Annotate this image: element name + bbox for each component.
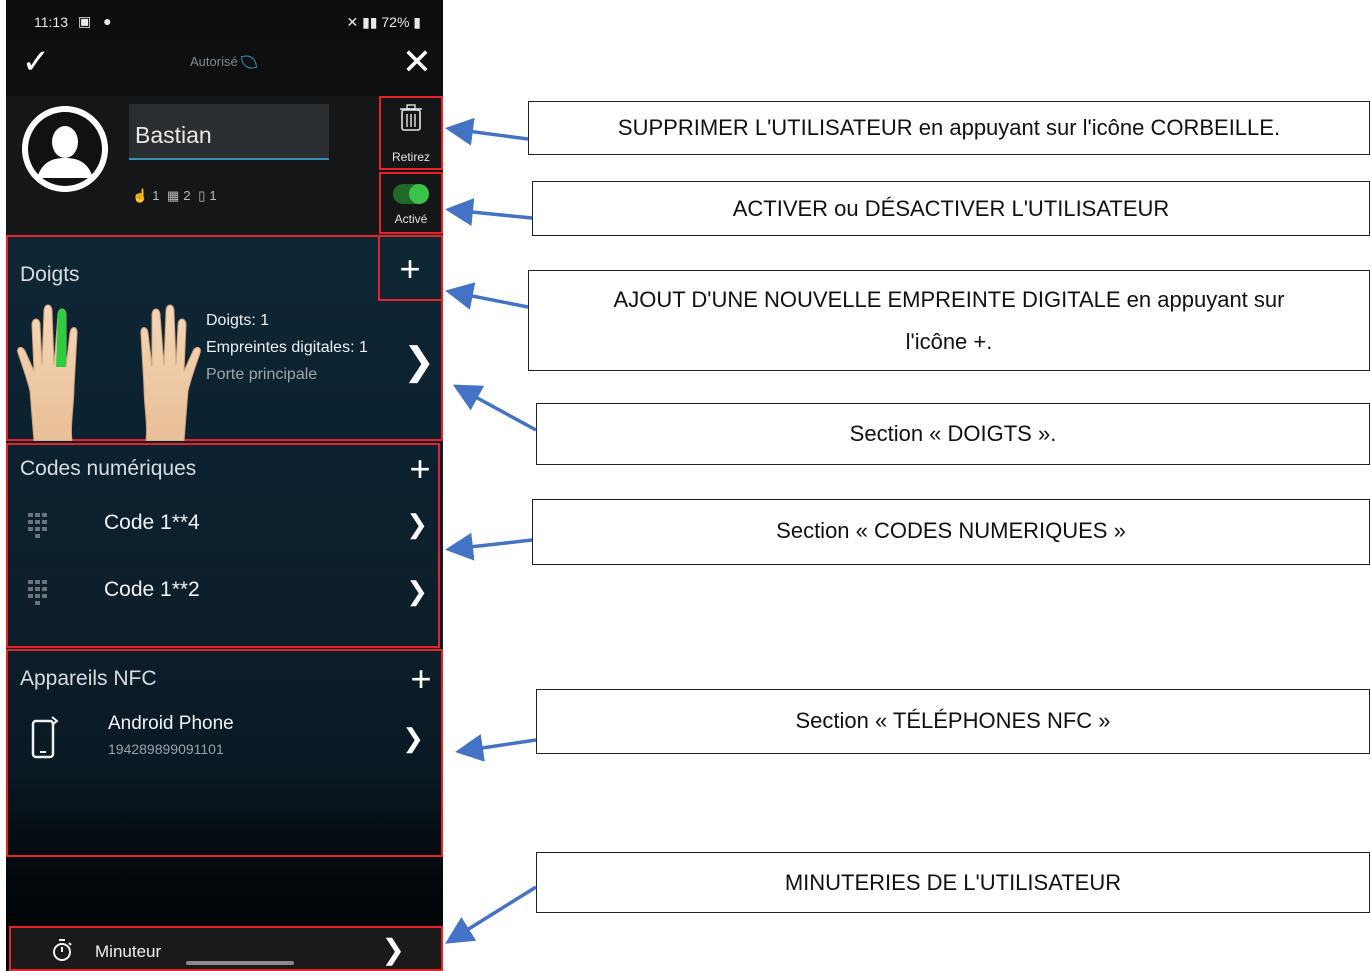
user-silhouette-icon [22, 106, 108, 192]
callout-toggle-text: ACTIVER ou DÉSACTIVER L'UTILISATEUR [732, 196, 1170, 221]
keypad-icon [28, 580, 47, 605]
codes-section: Codes numériques + Code 1**4 ❯ Code 1**2… [6, 443, 440, 648]
callout-section-doigts-text: Section « DOIGTS ». [849, 421, 1057, 446]
phone-count: 1 [209, 188, 217, 203]
callout-add-fingerprint-line2: l'icône +. [905, 329, 993, 354]
nfc-section: Appareils NFC + Android Phone 1942898990… [6, 649, 443, 857]
home-indicator [186, 961, 294, 965]
code-label: Code 1**2 [104, 578, 200, 601]
battery-icon: ▮ [409, 14, 421, 30]
active-toggle[interactable] [393, 184, 429, 204]
add-code-plus-icon[interactable]: + [402, 451, 438, 487]
code-label: Code 1**4 [104, 511, 200, 534]
nfc-device-id: 194289899091101 [108, 741, 224, 757]
fingers-section-title: Doigts [20, 263, 80, 286]
authorized-status: Autorisé [190, 53, 257, 71]
top-bar: ✓ Autorisé ✕ [6, 40, 443, 96]
smartphone-icon [31, 716, 59, 759]
callout-section-nfc-text: Section « TÉLÉPHONES NFC » [795, 708, 1111, 733]
chevron-right-icon: ❯ [406, 509, 428, 539]
remove-label: Retirez [391, 150, 430, 164]
callout-delete-user: SUPPRIMER L'UTILISATEUR en appuyant sur … [528, 101, 1370, 155]
timer-label: Minuteur [95, 942, 162, 961]
fingers-count-line: Doigts: 1 [206, 312, 270, 329]
nfc-device-row[interactable]: Android Phone 194289899091101 ❯ [8, 709, 438, 769]
keypad-icon: ▦ [167, 188, 180, 203]
code-row[interactable]: Code 1**4 ❯ [8, 495, 438, 555]
callout-add-fingerprint-line1: AJOUT D'UNE NOUVELLE EMPREINTE DIGITALE … [613, 287, 1285, 312]
chevron-right-icon: ❯ [406, 576, 428, 606]
code-count: 2 [183, 188, 191, 203]
active-label: Activé [394, 212, 428, 226]
callout-timers-text: MINUTERIES DE L'UTILISATEUR [784, 870, 1122, 895]
door-name: Porte principale [206, 366, 318, 383]
callout-section-codes-text: Section « CODES NUMERIQUES » [776, 518, 1126, 543]
annotated-screenshot: 11:13 ▣ ● ✕ ▮▮ 72% ▮ ✓ Autorisé ✕ Bastia… [0, 0, 1370, 971]
battery-percent: 72% [381, 14, 410, 30]
finger-icon: ☝ [132, 188, 149, 203]
callout-section-codes: Section « CODES NUMERIQUES » [532, 499, 1370, 565]
arrow-nfc [455, 734, 537, 762]
callout-section-doigts: Section « DOIGTS ». [536, 403, 1370, 465]
fingers-info: Doigts: 1 Empreintes digitales: 1 Porte … [206, 307, 368, 388]
trash-icon [400, 104, 422, 131]
arrow-timers [445, 885, 537, 944]
add-fingerprint-button[interactable]: + [378, 235, 443, 301]
callout-toggle-user: ACTIVER ou DÉSACTIVER L'UTILISATEUR [532, 181, 1370, 236]
status-bar: 11:13 ▣ ● ✕ ▮▮ 72% ▮ [6, 0, 443, 40]
prints-count-line: Empreintes digitales: 1 [206, 339, 368, 356]
arrow-delete [445, 117, 529, 146]
chevron-right-icon: ❯ [402, 723, 424, 753]
code-row[interactable]: Code 1**2 ❯ [8, 562, 438, 622]
active-toggle-container: Activé [379, 172, 443, 234]
credential-counts: ☝ 1 ▦ 2 ▯ 1 [132, 188, 221, 204]
timer-button[interactable]: Minuteur ❯ [9, 926, 443, 971]
callout-section-nfc: Section « TÉLÉPHONES NFC » [536, 689, 1370, 754]
phone-icon: ▯ [198, 188, 206, 203]
arrow-add-fingerprint [445, 282, 529, 310]
chevron-right-icon: ❯ [381, 934, 405, 965]
plus-icon: + [399, 248, 421, 289]
codes-section-title: Codes numériques [20, 457, 197, 480]
arrow-toggle [445, 198, 533, 227]
keypad-icon [28, 513, 47, 538]
stopwatch-icon [53, 939, 72, 961]
leaf-icon [240, 53, 257, 71]
hands-illustration [17, 304, 201, 441]
close-button[interactable]: ✕ [397, 42, 437, 82]
signal-icon: ✕ ▮▮ [346, 14, 382, 30]
callout-timers: MINUTERIES DE L'UTILISATEUR [536, 852, 1370, 913]
nfc-section-title: Appareils NFC [20, 667, 157, 690]
callout-delete-text: SUPPRIMER L'UTILISATEUR en appuyant sur … [617, 115, 1281, 140]
finger-count: 1 [152, 188, 160, 203]
phone-screen: 11:13 ▣ ● ✕ ▮▮ 72% ▮ ✓ Autorisé ✕ Bastia… [6, 0, 443, 971]
arrow-doigts [452, 384, 537, 432]
user-profile-header: Bastian ☝ 1 ▦ 2 ▯ 1 [6, 96, 443, 234]
status-battery: ✕ ▮▮ 72% ▮ [346, 14, 421, 31]
nfc-device-name: Android Phone [108, 713, 234, 734]
status-time: 11:13 [34, 14, 68, 30]
arrow-codes [445, 532, 533, 561]
remove-user-button[interactable]: Retirez [379, 96, 443, 170]
callout-add-fingerprint: AJOUT D'UNE NOUVELLE EMPREINTE DIGITALE … [528, 270, 1370, 371]
status-notification-icons: ▣ ● [78, 13, 116, 29]
authorized-label: Autorisé [190, 54, 238, 69]
add-nfc-plus-icon[interactable]: + [403, 661, 439, 697]
user-name-field[interactable]: Bastian [129, 104, 329, 160]
confirm-check-button[interactable]: ✓ [16, 42, 56, 82]
fingers-chevron-right-icon[interactable]: ❯ [403, 343, 435, 381]
avatar [22, 106, 108, 192]
user-name: Bastian [135, 122, 212, 148]
